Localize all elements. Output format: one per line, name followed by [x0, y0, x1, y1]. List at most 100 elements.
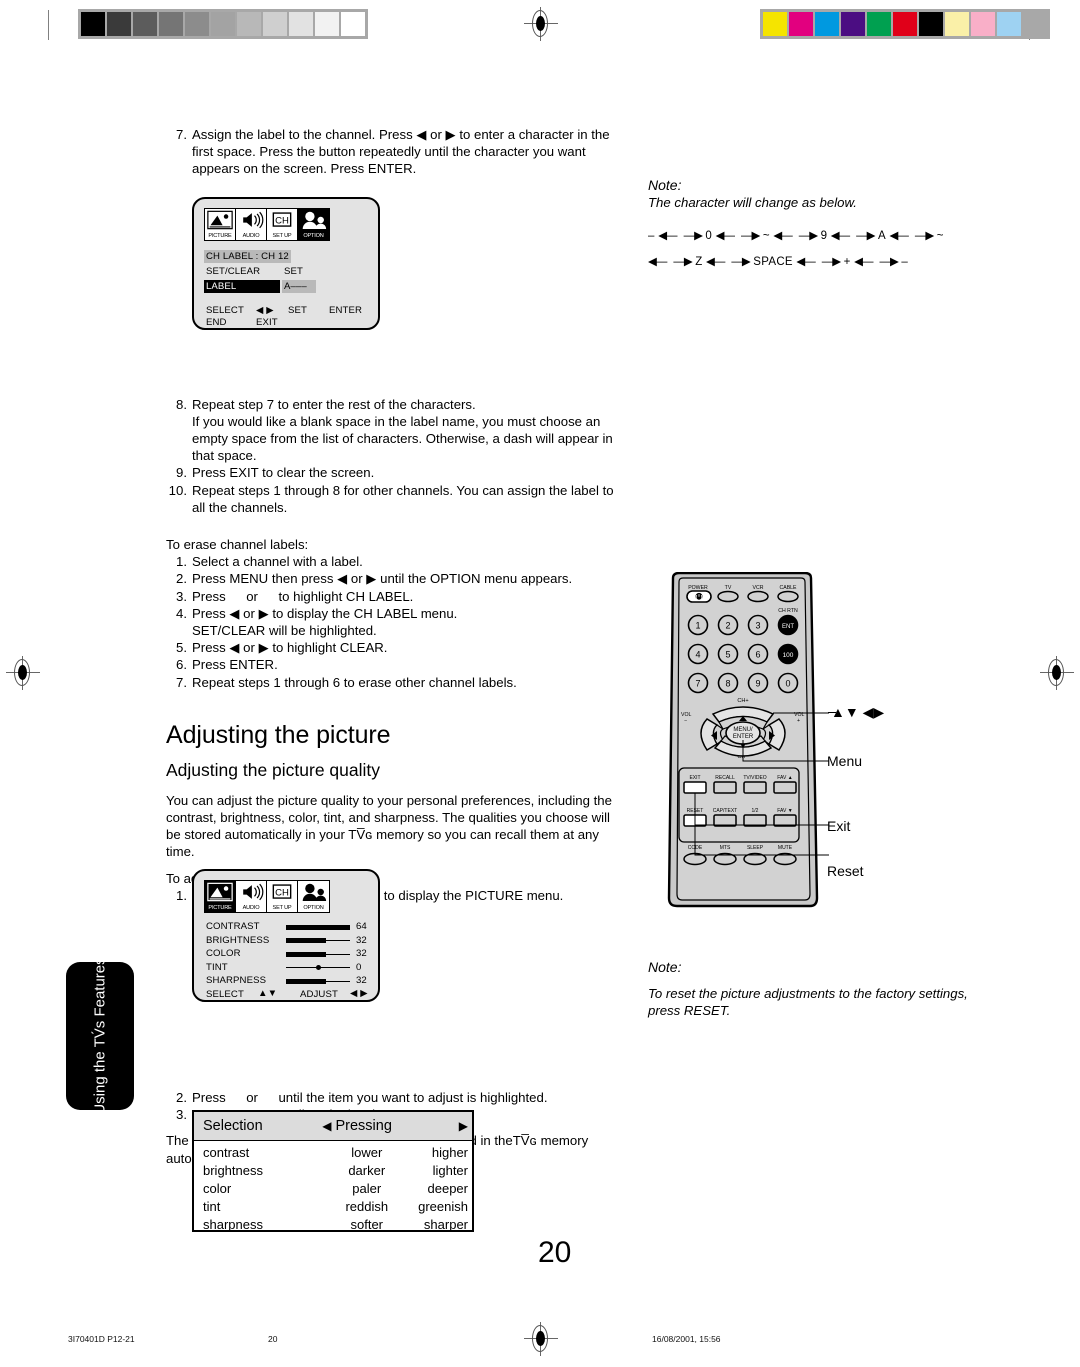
right-arrow-icon: —▶: [740, 230, 760, 243]
calibration-swatch: [237, 12, 261, 36]
calibration-swatch: [81, 12, 105, 36]
osd-tab-set-up[interactable]: CH SET UP: [267, 881, 298, 912]
osd-picture-screen: PICTURE AUDIO CH SET UP OPTION CONTRAST 64 BRI…: [192, 869, 380, 1002]
osd-tab-caption: OPTION: [303, 904, 324, 911]
svg-text:ENT: ENT: [782, 624, 794, 630]
table-cell-right-effect: deeper: [427, 1181, 468, 1196]
osd-tab-audio[interactable]: AUDIO: [236, 209, 267, 240]
svg-text:MTS: MTS: [720, 845, 731, 851]
osd-label-row-value: A–––: [282, 280, 316, 293]
svg-text:SLEEP: SLEEP: [747, 845, 764, 851]
sequence-character: –: [901, 256, 909, 269]
osd-tab-audio[interactable]: AUDIO: [236, 881, 267, 912]
left-arrow-icon: ◀—: [715, 230, 735, 243]
adjust-step-2-text: Press or until the item you want to adju…: [192, 1090, 548, 1106]
osd-foot-set: SET: [288, 305, 307, 316]
osd-foot-end: END: [206, 317, 227, 328]
left-arrow-icon: ◀—: [706, 256, 725, 269]
osd-tab-picture[interactable]: PICTURE: [205, 209, 236, 240]
calibration-swatch: [945, 12, 969, 36]
left-arrow-icon: ◀—: [658, 230, 677, 243]
pressing-effect-table: Selection ◀ Pressing ▶ contrast lower high…: [192, 1110, 474, 1232]
erase-step-text: SET/CLEAR will be highlighted.: [192, 623, 377, 639]
erase-step-number: 4.: [176, 605, 187, 621]
registration-mark-right: [1040, 656, 1074, 690]
table-row: color paler deeper: [194, 1180, 472, 1198]
sequence-character: –: [648, 230, 655, 243]
calibration-swatch: [263, 12, 287, 36]
callout-label-exit: Exit: [827, 818, 851, 834]
remote-control-diagram: POWER TV VCR CABLE CH RTN 123 4 5 6 7 8 …: [667, 572, 829, 908]
osd-picture-row-label: BRIGHTNESS: [206, 934, 270, 946]
option-people-icon: [300, 882, 327, 902]
osd-ch-label-title: CH LABEL : CH 12: [204, 250, 291, 263]
osd-picture-row-label: TINT: [206, 961, 228, 973]
osd-tab-set-up[interactable]: CH SET UP: [267, 209, 298, 240]
osd-tab-caption: PICTURE: [208, 232, 232, 239]
svg-text:7: 7: [695, 679, 700, 689]
table-cell-right-effect: lighter: [432, 1163, 468, 1178]
registration-mark-left: [6, 656, 40, 690]
erase-labels-heading: To erase channel labels:: [166, 537, 309, 553]
osd-tab-caption: OPTION: [303, 232, 324, 239]
right-text-column: Note: The character will change as below…: [648, 176, 998, 275]
osd-slider-thumb[interactable]: [315, 965, 321, 970]
step-9-number: 9.: [176, 465, 187, 481]
table-cell-right-effect: greenish: [418, 1199, 468, 1214]
table-cell-selection: brightness: [203, 1163, 263, 1178]
step-8-line2: If you would like a blank space in the l…: [192, 413, 613, 464]
left-arrow-icon: ◀—: [648, 256, 667, 269]
erase-step: 5. Press ◀ or ▶ to highlight CLEAR.: [166, 639, 618, 656]
adjust-step-2: 2. Press or until the item you want to a…: [166, 1089, 618, 1106]
color-calibration-bar: [760, 9, 1050, 39]
calibration-swatch: [133, 12, 157, 36]
erase-step-text: Press ENTER.: [192, 657, 278, 673]
osd-tab-option[interactable]: OPTION: [298, 881, 329, 912]
table-cell-selection: contrast: [203, 1145, 250, 1160]
svg-text:CABLE: CABLE: [779, 585, 797, 591]
audio-speaker-icon: [238, 882, 264, 902]
svg-text:TV/VIDEO: TV/VIDEO: [743, 775, 766, 781]
erase-step-number: [166, 622, 192, 639]
svg-text:FAV ▲: FAV ▲: [777, 775, 792, 781]
svg-text:100: 100: [783, 652, 794, 659]
erase-step: 4. Press ◀ or ▶ to display the CH LABEL m…: [166, 605, 618, 622]
page-canvas: 7. Assign the label to the channel. Pres…: [0, 0, 1080, 1367]
callout-label-arrows: ▲▼ ◀▶: [831, 704, 885, 720]
svg-text:ENTER: ENTER: [733, 734, 754, 740]
calibration-swatch: [841, 12, 865, 36]
osd-tab-picture[interactable]: PICTURE: [205, 881, 236, 912]
erase-step: 7. Repeat steps 1 through 6 to erase othe…: [166, 674, 618, 691]
note-2-title: Note:: [648, 959, 682, 975]
osd-foot-enter: ENTER: [329, 305, 363, 316]
svg-text:TV: TV: [725, 585, 732, 591]
svg-text:MUTE: MUTE: [778, 845, 793, 851]
page-number: 20: [538, 1236, 572, 1269]
step-9: 9. Press EXIT to clear the screen.: [166, 464, 618, 481]
calibration-swatch: [315, 12, 339, 36]
osd-picture-foot-adjust: ADJUST: [300, 989, 338, 1000]
ch-setup-icon: CH: [269, 210, 295, 230]
reg-tick-left: [48, 10, 49, 40]
osd-tab-caption: SET UP: [272, 904, 292, 911]
osd-foot-exit: EXIT: [256, 317, 278, 328]
calibration-swatch: [185, 12, 209, 36]
calibration-swatch: [107, 12, 131, 36]
calibration-swatch: [997, 12, 1021, 36]
erase-step-number: 5.: [176, 640, 187, 656]
table-header-selection: Selection: [203, 1118, 263, 1134]
right-arrow-icon: —▶: [879, 256, 899, 269]
adjust-step-1-number: 1.: [176, 887, 187, 903]
erase-step-number: 2.: [176, 571, 187, 587]
svg-text:CH: CH: [275, 887, 289, 898]
osd-slider-fill: [286, 938, 326, 943]
osd-setclear-value: SET: [284, 266, 303, 277]
erase-step-number: 7.: [176, 674, 187, 690]
osd-tab-option[interactable]: OPTION: [298, 209, 329, 240]
osd-picture-row-value: 0: [356, 961, 362, 973]
osd-picture-foot-select: SELECT: [206, 989, 244, 1000]
table-cell-left-effect: darker: [348, 1163, 386, 1178]
calibration-swatch: [867, 12, 891, 36]
erase-step-text: Press ◀ or ▶ to highlight CLEAR.: [192, 640, 388, 656]
svg-text:MENU/: MENU/: [733, 727, 753, 733]
